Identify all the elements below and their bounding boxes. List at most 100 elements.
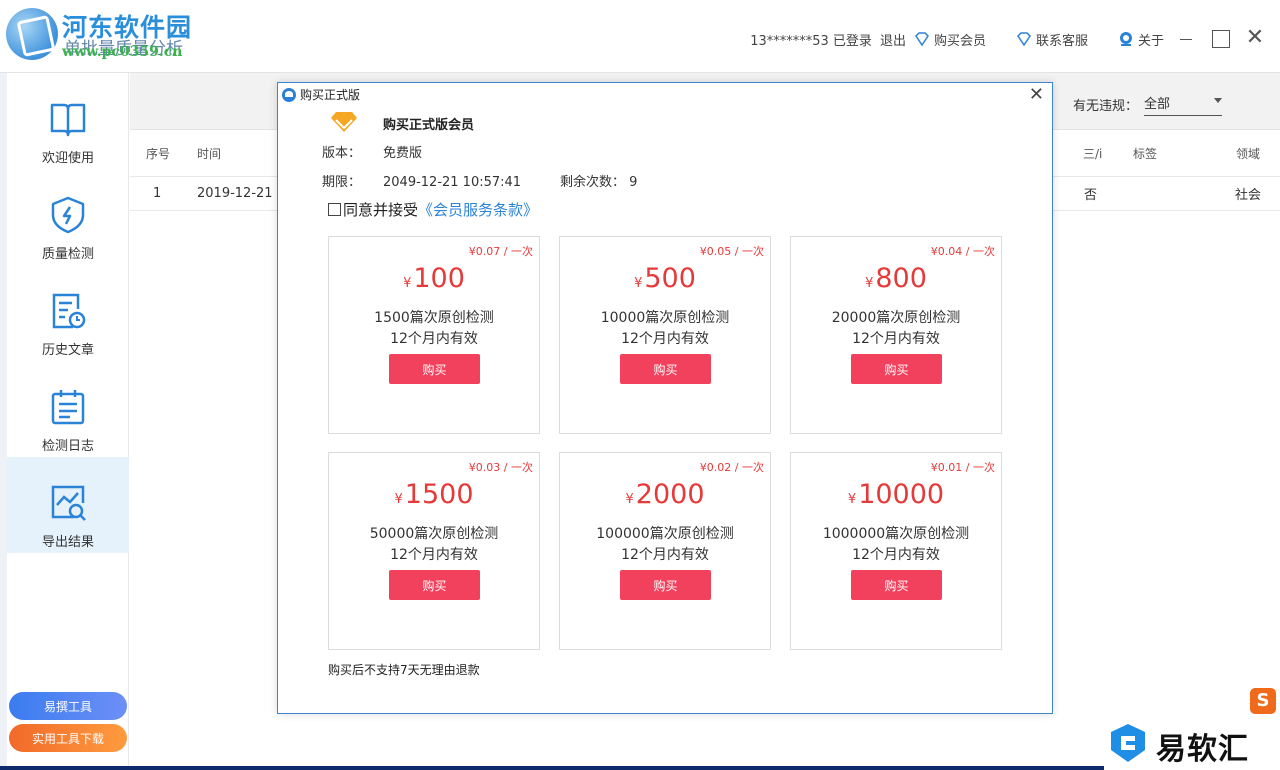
sidebar-item-label: 质量检测: [41, 247, 94, 262]
plan-validity: 12个月内有效: [390, 547, 478, 563]
plan-unit-price: ¥0.02 / 一次: [699, 461, 764, 474]
plan-count: 20000篇次原创检测: [831, 310, 961, 326]
header-tags[interactable]: 标签: [1133, 130, 1157, 176]
header-index[interactable]: 序号: [146, 130, 170, 176]
filter-value: 全部: [1144, 97, 1171, 112]
plan-price: ¥10000: [791, 479, 1001, 510]
shield-icon: [51, 196, 85, 234]
minimize-button[interactable]: [1176, 28, 1198, 50]
version-row: 版本： 免费版: [322, 142, 422, 161]
plan-validity: 12个月内有效: [852, 547, 940, 563]
sidebar-item-welcome[interactable]: 欢迎使用: [7, 73, 129, 169]
book-icon: [50, 103, 86, 137]
maximize-button[interactable]: [1210, 28, 1232, 50]
currency-symbol: ¥: [625, 492, 634, 507]
header-time[interactable]: 时间: [197, 130, 221, 176]
header-actions: 13*******53 已登录 退出 购买会员 联系客服 关于 ✕: [742, 27, 1266, 50]
contact-service-link[interactable]: 联系客服: [1016, 30, 1088, 49]
currency-symbol: ¥: [865, 276, 874, 291]
yizhuan-tool-button[interactable]: 易撰工具: [9, 692, 127, 720]
dialog-heading: 购买正式版会员: [383, 118, 475, 133]
sidebar-item-label: 历史文章: [41, 343, 94, 358]
plan-card: ¥0.01 / 一次 ¥10000 1000000篇次原创检测 12个月内有效 …: [790, 452, 1002, 650]
filter-select[interactable]: 全部: [1144, 93, 1222, 116]
app-logo-icon: [282, 87, 296, 102]
watermark-site-name: 河东软件园: [62, 13, 193, 42]
user-status: 13*******53 已登录: [750, 33, 872, 49]
sidebar-item-history[interactable]: 历史文章: [7, 265, 129, 361]
globe-logo-icon: [6, 8, 58, 60]
window-left-border: [0, 73, 7, 766]
plan-unit-price: ¥0.03 / 一次: [468, 461, 533, 474]
plan-validity: 12个月内有效: [390, 331, 478, 347]
title-bar: 单批量质量分析 河东软件园 www.pc0359.cn 13*******53 …: [0, 0, 1280, 73]
buy-button[interactable]: 购买: [851, 570, 942, 600]
agree-checkbox[interactable]: [328, 203, 341, 216]
remain-value: 9: [629, 175, 638, 190]
currency-symbol: ¥: [394, 492, 403, 507]
purchase-dialog: 购买正式版 ✕ 购买正式版会员 版本： 免费版 期限： 2049-12-21 10:…: [277, 82, 1053, 714]
chart-search-icon: [51, 485, 86, 521]
yizhuan-tool-label: 易撰工具: [43, 699, 92, 714]
diamond-icon: [331, 112, 357, 132]
plan-count: 10000篇次原创检测: [600, 310, 730, 326]
about-link[interactable]: 关于: [1118, 30, 1164, 49]
chevron-down-icon: [1214, 98, 1222, 103]
sidebar-item-label: 导出结果: [41, 535, 94, 550]
window-close-button[interactable]: ✕: [1244, 27, 1266, 50]
tool-download-label: 实用工具下载: [31, 731, 104, 746]
expiry-label: 期限：: [322, 175, 362, 190]
header-domain[interactable]: 领域: [1236, 130, 1260, 176]
expiry-row: 期限： 2049-12-21 10:57:41: [322, 171, 521, 190]
dialog-close-button[interactable]: ✕: [1029, 84, 1044, 105]
plan-card: ¥0.04 / 一次 ¥800 20000篇次原创检测 12个月内有效 购买: [790, 236, 1002, 434]
plan-card: ¥0.03 / 一次 ¥1500 50000篇次原创检测 12个月内有效 购买: [328, 452, 540, 650]
plan-unit-price: ¥0.05 / 一次: [699, 245, 764, 258]
buy-button[interactable]: 购买: [620, 570, 711, 600]
buy-member-label: 购买会员: [933, 33, 986, 49]
buy-member-link[interactable]: 购买会员: [914, 30, 986, 49]
watermark-logo: 单批量质量分析 河东软件园 www.pc0359.cn: [4, 4, 204, 64]
logout-link[interactable]: 退出: [880, 30, 906, 49]
buy-button[interactable]: 购买: [851, 354, 942, 384]
plan-count: 100000篇次原创检测: [596, 526, 734, 542]
version-value: 免费版: [383, 146, 423, 161]
plan-price: ¥100: [329, 263, 539, 294]
support-icon: [1017, 32, 1031, 47]
currency-symbol: ¥: [634, 276, 643, 291]
app-window: 单批量质量分析 河东软件园 www.pc0359.cn 13*******53 …: [0, 0, 1280, 766]
sidebar-item-label: 检测日志: [41, 439, 94, 454]
buy-button[interactable]: 购买: [389, 354, 480, 384]
refund-note: 购买后不支持7天无理由退款: [328, 663, 480, 677]
sidebar-item-label: 欢迎使用: [41, 151, 94, 166]
agree-text: 同意并接受: [343, 201, 419, 219]
dialog-title-bar: 购买正式版: [282, 86, 360, 103]
header-col-three[interactable]: 三/i: [1083, 130, 1102, 176]
tool-download-button[interactable]: 实用工具下载: [9, 724, 127, 752]
dialog-title: 购买正式版: [300, 88, 361, 102]
plan-price-value: 1500: [404, 479, 474, 510]
history-doc-icon: [52, 293, 86, 329]
plan-card: ¥0.05 / 一次 ¥500 10000篇次原创检测 12个月内有效 购买: [559, 236, 771, 434]
plan-price-value: 800: [875, 263, 927, 294]
calendar-icon: [51, 390, 85, 425]
terms-link[interactable]: 《会员服务条款》: [418, 199, 538, 220]
brand-text: 易软汇: [1156, 732, 1249, 767]
row-time: 2019-12-21: [197, 186, 273, 201]
currency-symbol: ¥: [403, 276, 412, 291]
row-index: 1: [153, 186, 162, 201]
watermark-site-url: www.pc0359.cn: [62, 44, 183, 60]
plan-unit-price: ¥0.07 / 一次: [468, 245, 533, 258]
buy-button[interactable]: 购买: [389, 570, 480, 600]
expiry-value: 2049-12-21 10:57:41: [383, 175, 522, 190]
remain-row: 剩余次数： 9: [560, 171, 637, 190]
plan-count: 1500篇次原创检测: [374, 310, 494, 326]
sidebar-item-quality-check[interactable]: 质量检测: [7, 169, 129, 265]
sidebar-item-log[interactable]: 检测日志: [7, 361, 129, 457]
plan-price-value: 100: [413, 263, 465, 294]
about-label: 关于: [1137, 33, 1164, 49]
sidebar-item-export[interactable]: 导出结果: [7, 457, 129, 553]
buy-button[interactable]: 购买: [620, 354, 711, 384]
sogou-badge-icon: S: [1250, 688, 1276, 714]
plan-price-value: 2000: [635, 479, 705, 510]
